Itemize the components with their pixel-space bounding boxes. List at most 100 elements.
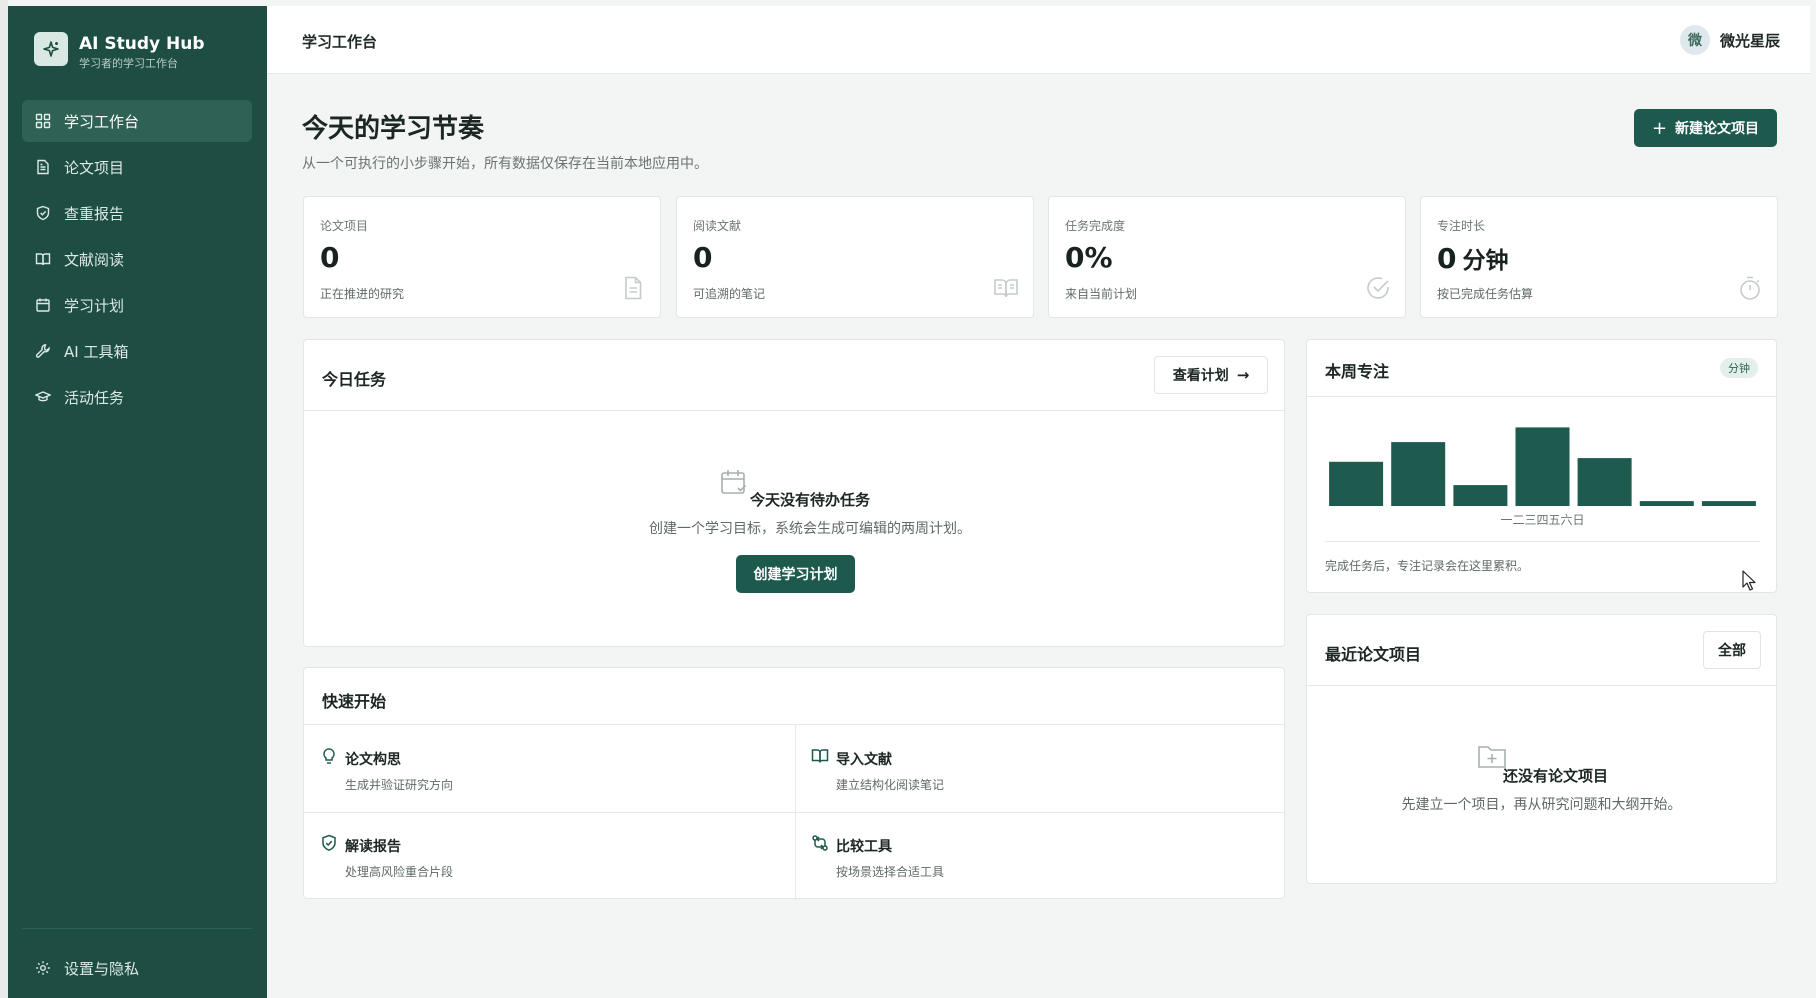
wrench-icon xyxy=(34,342,52,360)
weekly-focus-panel: 本周专注 分钟 一二三四五六日 完成任务后，专注记录会在这里累积。 xyxy=(1306,339,1777,593)
quick-start-item-sub: 处理高风险重合片段 xyxy=(345,865,454,879)
brand-subtitle: 学习者的学习工作台 xyxy=(79,57,178,70)
quick-start-import-literature[interactable]: 导入文献 建立结构化阅读笔记 xyxy=(795,725,1286,812)
recent-projects-empty-state: 还没有论文项目 先建立一个项目，再从研究问题和大纲开始。 xyxy=(1307,741,1776,814)
quick-start-item-title: 论文构思 xyxy=(345,752,401,768)
stat-value: 0 xyxy=(693,241,713,274)
sidebar-item-literature[interactable]: 文献阅读 xyxy=(22,238,252,280)
stat-sub: 来自当前计划 xyxy=(1065,287,1138,301)
stat-label: 任务完成度 xyxy=(1065,219,1126,233)
sidebar-item-study-plan[interactable]: 学习计划 xyxy=(22,284,252,326)
chart-divider xyxy=(1325,541,1760,542)
document-icon xyxy=(625,276,642,300)
quick-start-compare-tools[interactable]: 比较工具 按场景选择合适工具 xyxy=(795,812,1286,899)
recent-projects-title: 最近论文项目 xyxy=(1325,645,1422,664)
recent-projects-empty-title: 还没有论文项目 xyxy=(1502,767,1608,785)
book-icon xyxy=(34,250,52,268)
sidebar-item-papers[interactable]: 论文项目 xyxy=(22,146,252,188)
stat-value: 0 分钟 xyxy=(1437,242,1509,275)
unit-badge: 分钟 xyxy=(1720,358,1758,378)
stat-sub: 可追溯的笔记 xyxy=(693,287,766,301)
today-empty-state: 今天没有待办任务 创建一个学习目标，系统会生成可编辑的两周计划。 xyxy=(304,467,1284,538)
gear-icon xyxy=(34,959,52,977)
stat-sub: 按已完成任务估算 xyxy=(1437,287,1534,301)
compare-icon xyxy=(812,835,828,851)
recent-projects-empty-desc: 先建立一个项目，再从研究问题和大纲开始。 xyxy=(1401,797,1682,813)
sidebar-item-dashboard[interactable]: 学习工作台 xyxy=(22,100,252,142)
stat-value: 0% xyxy=(1065,241,1113,274)
weekly-focus-title: 本周专注 xyxy=(1325,362,1390,381)
calendar-icon xyxy=(34,296,52,314)
quick-start-panel: 快速开始 论文构思 生成并验证研究方向 导入文献 建立结构化阅读笔记 解读报告 … xyxy=(303,667,1286,900)
quick-start-item-sub: 生成并验证研究方向 xyxy=(345,778,454,792)
shield-icon xyxy=(34,204,52,222)
chart-bar-2 xyxy=(1391,442,1446,506)
plus-icon: + xyxy=(1651,117,1668,139)
chart-bar-7 xyxy=(1701,501,1756,506)
page-title: 今天的学习节奏 xyxy=(302,114,485,144)
quick-start-item-sub: 按场景选择合适工具 xyxy=(836,865,945,879)
page-heading: 今天的学习节奏 从一个可执行的小步骤开始，所有数据仅保存在当前本地应用中。 xyxy=(302,108,708,173)
recent-projects-panel: 最近论文项目 全部 还没有论文项目 先建立一个项目，再从研究问题和大纲开始。 xyxy=(1306,614,1777,884)
today-empty-title: 今天没有待办任务 xyxy=(749,491,870,509)
weekly-focus-footnote: 完成任务后，专注记录会在这里累积。 xyxy=(1325,559,1530,573)
bar-chart-svg: 一二三四五六日 xyxy=(1329,427,1756,527)
chart-bar-1 xyxy=(1329,461,1384,506)
view-plan-button[interactable]: 查看计划 → xyxy=(1154,356,1268,394)
stopwatch-icon xyxy=(1740,276,1760,300)
sidebar-item-label: 文献阅读 xyxy=(64,250,125,269)
sidebar-item-settings[interactable]: 设置与隐私 xyxy=(22,947,252,989)
topbar: 学习工作台 微 微光星辰 xyxy=(267,6,1810,74)
stat-value: 0 xyxy=(320,241,340,274)
sparkle-logo-icon xyxy=(34,32,68,66)
window-edge xyxy=(0,0,8,998)
new-paper-project-label: 新建论文项目 xyxy=(1675,121,1760,137)
sidebar-item-label: 设置与隐私 xyxy=(64,959,140,978)
lightbulb-icon xyxy=(323,748,335,764)
sidebar-item-label: 学习计划 xyxy=(64,296,125,315)
view-all-label: 全部 xyxy=(1718,643,1746,659)
avatar: 微 xyxy=(1679,25,1710,55)
mouse-cursor-icon xyxy=(1742,570,1756,591)
quick-start-interpret-report[interactable]: 解读报告 处理高风险重合片段 xyxy=(304,812,795,899)
sidebar-item-ai-toolbox[interactable]: AI 工具箱 xyxy=(22,330,252,372)
document-icon xyxy=(34,158,52,176)
brand: AI Study Hub 学习者的学习工作台 xyxy=(34,32,205,72)
sidebar-item-plagiarism-report[interactable]: 查重报告 xyxy=(22,192,252,234)
sidebar-item-label: 论文项目 xyxy=(64,158,125,177)
sidebar-item-activities[interactable]: 活动任务 xyxy=(22,376,252,418)
quick-start-thesis-idea[interactable]: 论文构思 生成并验证研究方向 xyxy=(304,725,795,812)
chart-bar-3 xyxy=(1453,485,1508,506)
today-empty-desc: 创建一个学习目标，系统会生成可编辑的两周计划。 xyxy=(649,521,971,537)
sidebar: AI Study Hub 学习者的学习工作台 学习工作台 论文项目 查重报告 文… xyxy=(8,6,267,998)
view-all-button[interactable]: 全部 xyxy=(1703,631,1761,669)
create-study-plan-label: 创建学习计划 xyxy=(753,567,838,583)
quick-start-item-sub: 建立结构化阅读笔记 xyxy=(836,778,945,792)
dashboard-icon xyxy=(34,112,52,130)
quick-start-item-title: 解读报告 xyxy=(345,839,401,855)
book-icon xyxy=(811,749,829,763)
today-tasks-title: 今日任务 xyxy=(322,370,387,389)
stat-card-literature: 阅读文献 0 可追溯的笔记 xyxy=(676,196,1034,318)
page-subtitle: 从一个可执行的小步骤开始，所有数据仅保存在当前本地应用中。 xyxy=(302,156,708,172)
stat-card-papers: 论文项目 0 正在推进的研究 xyxy=(303,196,661,318)
sidebar-item-label: 查重报告 xyxy=(64,204,125,223)
quick-start-title: 快速开始 xyxy=(322,692,387,711)
check-circle-icon xyxy=(1367,277,1389,299)
open-book-icon xyxy=(994,279,1018,298)
chart-bar-5 xyxy=(1577,458,1632,506)
new-paper-project-button[interactable]: + 新建论文项目 xyxy=(1634,109,1777,147)
user-menu[interactable]: 微 微光星辰 xyxy=(1679,25,1780,55)
stat-sub: 正在推进的研究 xyxy=(320,287,405,301)
weekly-focus-chart: 一二三四五六日 xyxy=(1325,420,1760,527)
stat-label: 阅读文献 xyxy=(693,219,742,233)
stat-label: 论文项目 xyxy=(320,219,369,233)
today-tasks-panel: 今日任务 查看计划 → 今天没有待办任务 创建一个学习目标，系统会生成可编辑的两… xyxy=(303,339,1285,647)
stat-label: 专注时长 xyxy=(1437,219,1486,233)
sidebar-nav: 学习工作台 论文项目 查重报告 文献阅读 学习计划 AI 工具箱 活动任务 xyxy=(22,100,252,422)
quick-start-item-title: 导入文献 xyxy=(836,752,892,768)
stat-card-task-completion: 任务完成度 0% 来自当前计划 xyxy=(1048,196,1406,318)
create-study-plan-button[interactable]: 创建学习计划 xyxy=(736,555,855,593)
quick-start-item-title: 比较工具 xyxy=(836,839,892,855)
arrow-right-icon: → xyxy=(1236,366,1250,384)
